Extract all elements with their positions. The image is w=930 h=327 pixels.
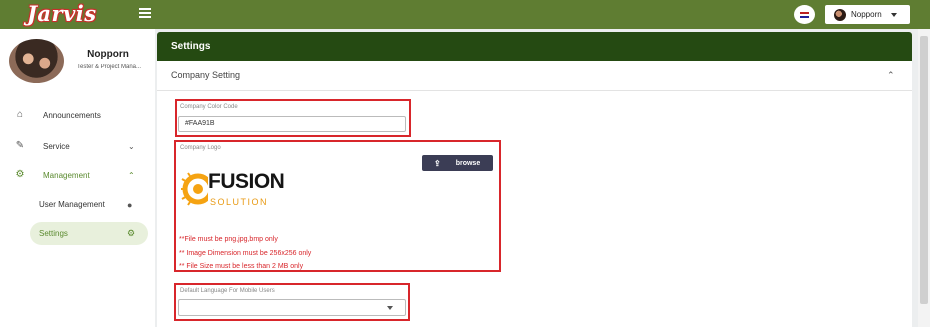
sidebar-item-label: Settings <box>39 229 68 238</box>
sidebar-item-label: Management <box>43 170 90 180</box>
file-type-note: **File must be png,jpg,bmp only <box>179 236 278 243</box>
sidebar-item-management[interactable]: ⚙ Management ⌃ <box>0 164 155 186</box>
sidebar-item-user-management[interactable]: User Management ● <box>30 193 148 216</box>
home-icon: ⌂ <box>16 109 24 120</box>
language-select[interactable] <box>178 299 406 316</box>
gear-icon: ⚙ <box>15 169 25 180</box>
file-size-note: ** File Size must be less than 2 MB only <box>179 263 304 270</box>
caret-down-icon <box>890 12 897 17</box>
sidebar-item-label: Announcements <box>43 110 101 120</box>
avatar <box>834 8 846 21</box>
flag-icon <box>800 11 809 18</box>
sidebar-item-label: Service <box>43 141 70 151</box>
browse-label: browse <box>455 159 481 167</box>
page-title: Settings <box>157 32 912 61</box>
language-label: Default Language For Mobile Users <box>180 288 275 294</box>
profile-avatar <box>9 39 64 83</box>
sidebar-item-announcements[interactable]: ⌂ Announcements <box>0 104 155 126</box>
sidebar: Nopporn Tester & Project Mana... ⌂ Annou… <box>0 29 155 327</box>
color-code-input[interactable]: #FAA91B <box>178 116 406 132</box>
sidebar-item-settings[interactable]: Settings ⚙ <box>30 222 148 245</box>
section-title[interactable]: Company Setting <box>171 70 240 80</box>
app-logo[interactable]: Jarvis <box>27 1 97 26</box>
company-logo-tagline: SOLUTION <box>210 197 269 207</box>
sidebar-item-service[interactable]: ✎ Service ⌄ <box>0 135 155 157</box>
user-menu-button[interactable]: Nopporn <box>825 5 910 24</box>
chevron-up-icon: ⌃ <box>128 170 135 180</box>
profile-role: Tester & Project Mana... <box>76 64 142 70</box>
hamburger-icon[interactable] <box>139 8 151 19</box>
language-button[interactable] <box>794 5 815 24</box>
sidebar-item-label: User Management <box>39 200 105 209</box>
upload-icon: ⇪ <box>434 158 441 168</box>
browse-button[interactable]: ⇪ browse <box>422 155 493 171</box>
dimension-note: ** Image Dimension must be 256x256 only <box>179 250 312 257</box>
company-logo-label: Company Logo <box>180 145 221 151</box>
chevron-up-icon[interactable]: ⌃ <box>887 70 895 81</box>
pencil-icon: ✎ <box>15 140 25 151</box>
divider <box>157 90 912 91</box>
company-logo-image <box>181 172 208 206</box>
gear-icon: ⚙ <box>127 228 136 238</box>
profile-name: Nopporn <box>87 49 129 60</box>
company-logo-brand: FUSION <box>208 170 285 193</box>
person-icon: ● <box>127 199 133 210</box>
user-name: Nopporn <box>851 10 882 19</box>
caret-down-icon <box>387 306 393 310</box>
color-code-label: Company Color Code <box>180 104 238 110</box>
chevron-down-icon: ⌄ <box>128 141 135 151</box>
scrollbar-thumb[interactable] <box>920 36 928 304</box>
